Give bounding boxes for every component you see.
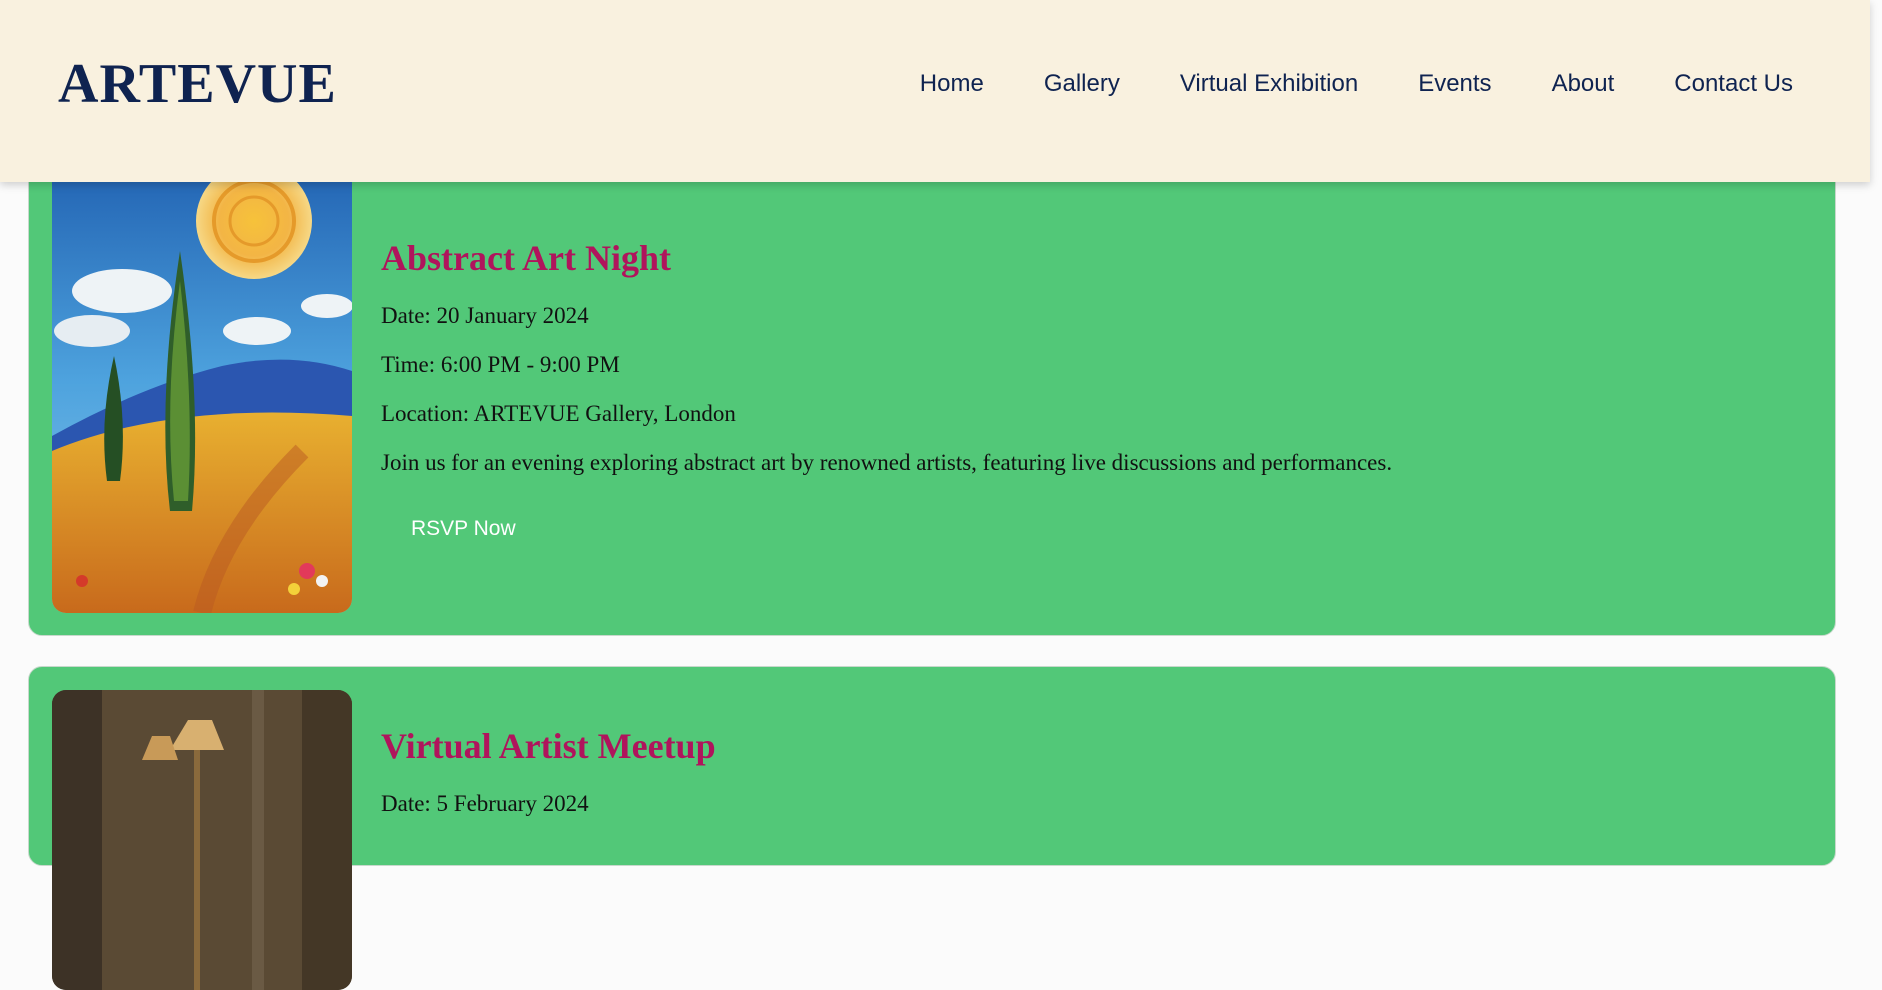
nav-events[interactable]: Events (1418, 70, 1491, 98)
interior-painting-image (52, 690, 352, 990)
event-date: Date: 5 February 2024 (381, 791, 589, 816)
event-card: Virtual Artist Meetup Date: 5 February 2… (28, 666, 1836, 990)
event-title: Virtual Artist Meetup (381, 726, 716, 766)
nav-about[interactable]: About (1552, 70, 1615, 98)
nav-virtual-exhibition[interactable]: Virtual Exhibition (1180, 70, 1358, 98)
event-image-interior (52, 690, 352, 990)
nav-gallery[interactable]: Gallery (1044, 70, 1120, 98)
nav-home[interactable]: Home (920, 70, 984, 98)
nav-contact-us[interactable]: Contact Us (1674, 70, 1793, 98)
event-card: Abstract Art Night Date: 20 January 2024… (28, 120, 1836, 636)
site-header: ARTEVUE Home Gallery Virtual Exhibition … (0, 0, 1870, 182)
event-time: Time: 6:00 PM - 9:00 PM (381, 352, 620, 377)
event-details: Virtual Artist Meetup Date: 5 February 2… (381, 725, 1815, 840)
landscape-painting-image (52, 151, 352, 613)
event-date: Date: 20 January 2024 (381, 303, 589, 328)
event-description: Join us for an evening exploring abstrac… (381, 450, 1393, 475)
rsvp-button[interactable]: RSVP Now (381, 507, 546, 551)
site-logo[interactable]: ARTEVUE (58, 52, 337, 116)
event-location: Location: ARTEVUE Gallery, London (381, 401, 736, 426)
event-title: Abstract Art Night (381, 238, 671, 278)
event-image-painting (52, 151, 352, 613)
main-nav: Home Gallery Virtual Exhibition Events A… (860, 70, 1793, 98)
event-details: Abstract Art Night Date: 20 January 2024… (381, 237, 1815, 551)
